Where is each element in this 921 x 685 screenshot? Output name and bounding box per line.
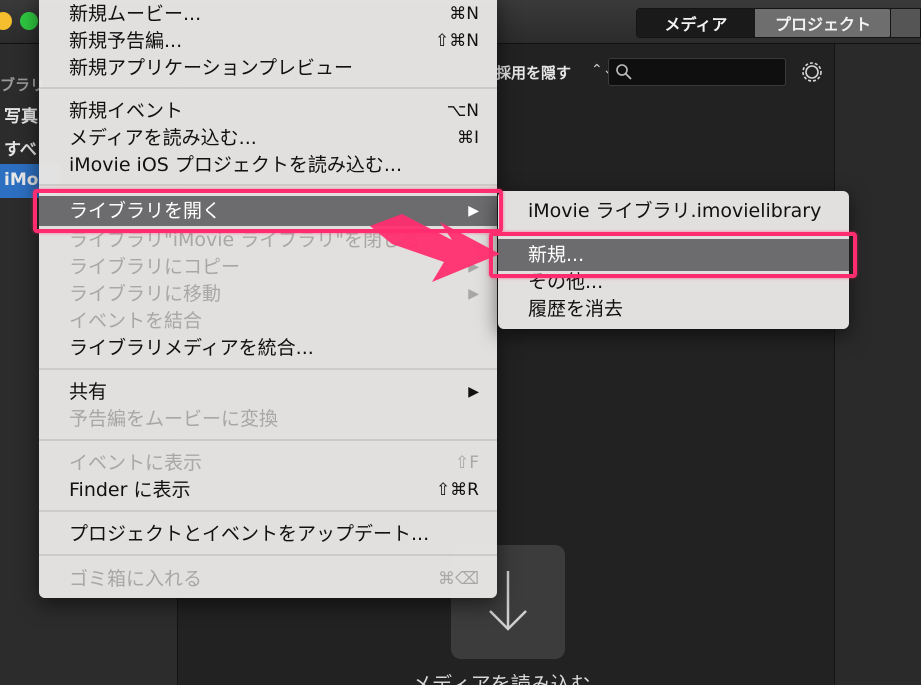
annotation-arrow-icon: [370, 214, 500, 282]
